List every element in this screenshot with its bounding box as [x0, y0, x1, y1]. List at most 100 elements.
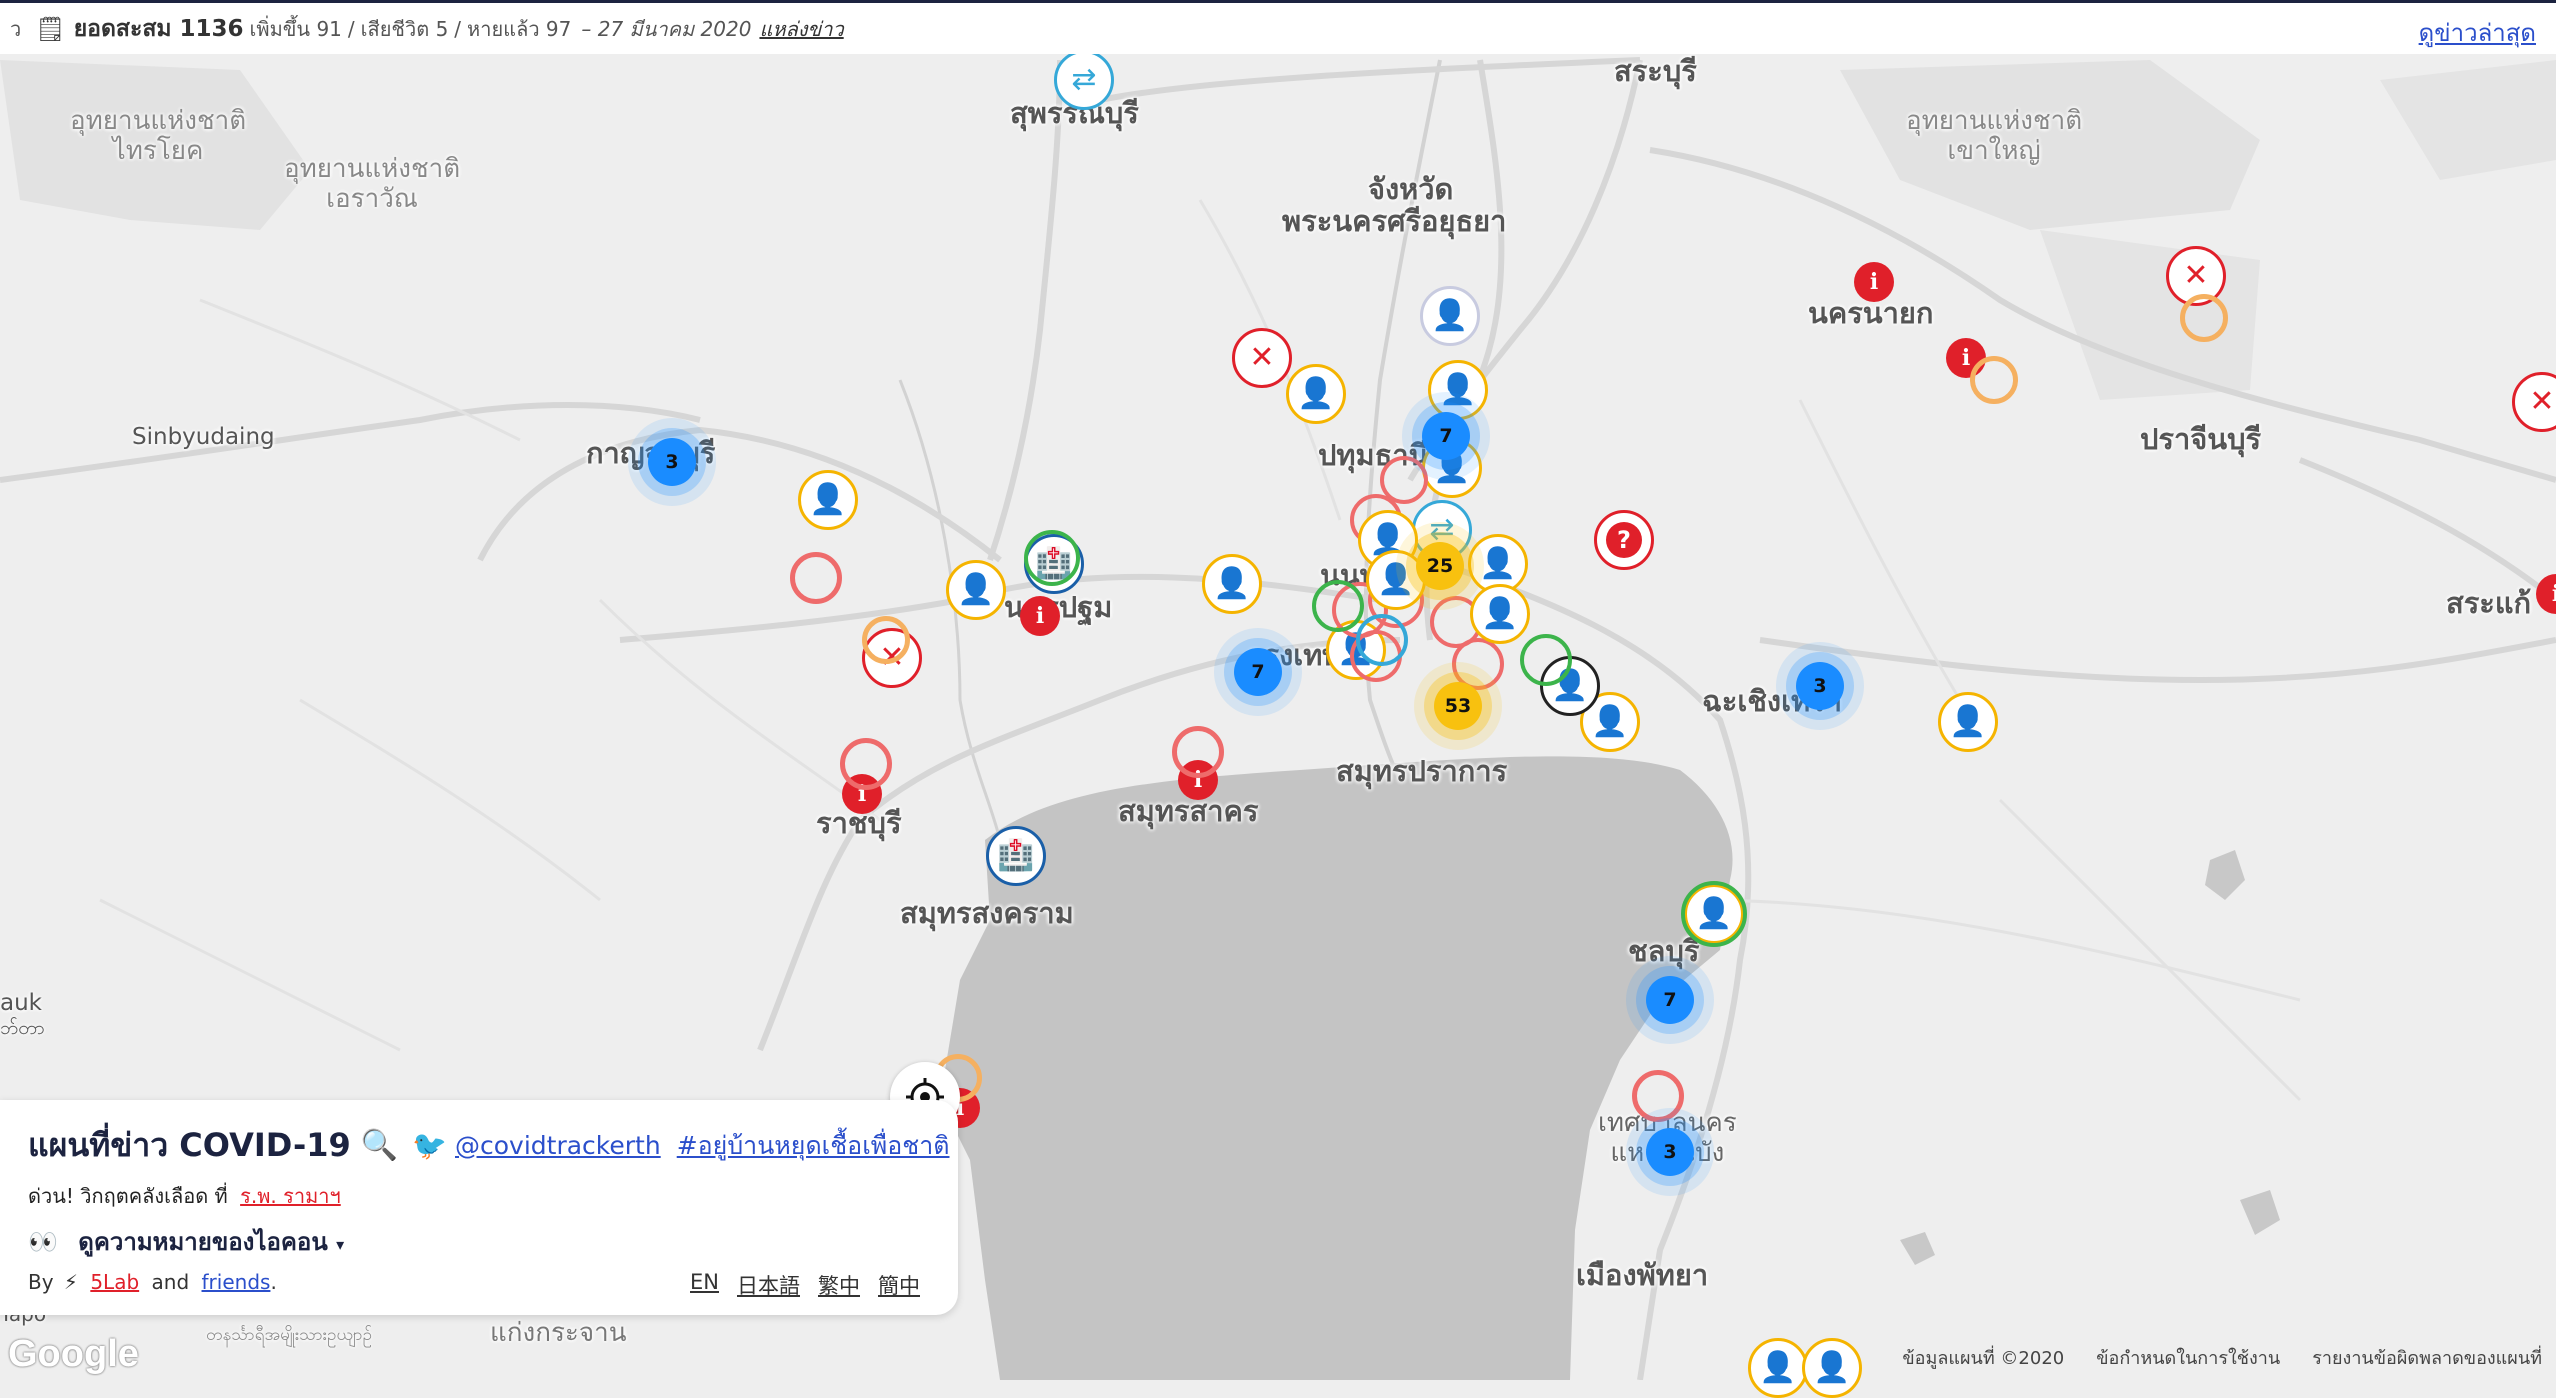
- latest-news-link[interactable]: ดูข่าวล่าสุด: [2419, 13, 2536, 52]
- place-samut-prakan: สมุทรปราการ: [1336, 754, 1508, 788]
- topbar-left-glyph: ว: [10, 16, 22, 41]
- separator: /: [347, 16, 355, 41]
- info-icon: i: [1035, 603, 1045, 629]
- ring-marker[interactable]: [840, 738, 892, 790]
- case-person-marker[interactable]: 👤: [946, 560, 1006, 620]
- person-icon: 👤: [1949, 704, 1987, 739]
- place-sai-yok-line2: ไทรโยค: [112, 136, 204, 166]
- hashtag-link[interactable]: #อยู่บ้านหยุดเชื้อเพื่อชาติ: [677, 1126, 950, 1166]
- place-saraburi: สระบุรี: [1614, 54, 1697, 88]
- place-erawan-line1: อุทยานแห่งชาติ: [284, 154, 461, 184]
- report-error-link[interactable]: รายงานข้อผิดพลาดของแผนที่: [2312, 1343, 2542, 1372]
- person-icon: 👤: [1591, 704, 1629, 739]
- place-sa-kaeo: สระแก้: [2446, 586, 2532, 620]
- credits-and: and: [151, 1270, 190, 1294]
- cluster-chonburi[interactable]: 7: [1646, 976, 1694, 1024]
- case-person-marker[interactable]: 👤: [1938, 692, 1998, 752]
- transfer-marker[interactable]: ⇄: [1054, 50, 1114, 110]
- unknown-marker[interactable]: ?: [1594, 510, 1654, 570]
- close-x-icon: ✕: [2529, 384, 2555, 419]
- total-cases: ยอดสะสม 1136: [73, 15, 244, 42]
- ring-marker[interactable]: [1172, 726, 1224, 778]
- map-footer: ข้อมูลแผนที่ ©2020 ข้อกำหนดในการใช้งาน ร…: [1902, 1343, 2542, 1372]
- case-person-marker[interactable]: 👤: [1202, 554, 1262, 614]
- place-lauk-mm: ဘ်တာ: [0, 1017, 45, 1039]
- eyes-icon: 👀: [28, 1228, 58, 1256]
- ring-marker[interactable]: [2180, 294, 2228, 342]
- twitter-icon: 🐦: [412, 1129, 447, 1162]
- person-icon: 👤: [1479, 546, 1517, 581]
- lab-link[interactable]: 5Lab: [90, 1270, 139, 1294]
- ring-marker-green[interactable]: [1681, 881, 1747, 947]
- info-marker[interactable]: i: [1854, 262, 1894, 302]
- map-data-credit: ข้อมูลแผนที่ ©2020: [1902, 1348, 2065, 1369]
- ring-marker-green[interactable]: [1520, 634, 1572, 686]
- credits-period: .: [270, 1270, 277, 1294]
- place-pattaya: เมืองพัทยา: [1576, 1258, 1709, 1292]
- cluster-pathum-thani[interactable]: 7: [1422, 412, 1470, 460]
- death-count: เสียชีวิต 5: [360, 16, 449, 41]
- place-sinbyudaing: Sinbyudaing: [132, 424, 275, 450]
- case-person-marker[interactable]: 👤: [1748, 1338, 1808, 1398]
- cluster-laem-chabang[interactable]: 3: [1646, 1128, 1694, 1176]
- urgent-text: ด่วน! วิกฤตคลังเลือด ที่: [28, 1184, 228, 1208]
- cluster-bangkok-west[interactable]: 7: [1234, 648, 1282, 696]
- google-logo: Google: [8, 1333, 139, 1375]
- panel-header: แผนที่ข่าว COVID-19 🔍 🐦 @covidtrackerth …: [28, 1120, 949, 1171]
- person-icon: 👤: [1481, 596, 1519, 631]
- info-marker[interactable]: i: [1020, 596, 1060, 636]
- cluster-chachoengsao[interactable]: 3: [1796, 662, 1844, 710]
- person-icon: 👤: [1297, 376, 1335, 411]
- case-person-marker[interactable]: 👤: [1428, 360, 1488, 420]
- notepad-icon: 🗒: [35, 14, 66, 43]
- source-link[interactable]: แหล่งข่าว: [759, 13, 843, 45]
- ring-marker[interactable]: [1632, 1070, 1684, 1122]
- info-icon: i: [2551, 581, 2556, 607]
- case-person-marker-gray[interactable]: 👤: [1420, 286, 1480, 346]
- person-icon: 👤: [1439, 372, 1477, 407]
- ring-marker-green[interactable]: [1024, 530, 1080, 586]
- credits-by: By: [28, 1270, 54, 1294]
- person-icon: 👤: [1377, 562, 1415, 597]
- cluster-kanchanaburi[interactable]: 3: [648, 438, 696, 486]
- person-icon: 👤: [1213, 566, 1251, 601]
- place-prachinburi: ปราจีนบุรี: [2140, 422, 2262, 456]
- place-sai-yok: อุทยานแห่งชาติ ไทรโยค: [70, 106, 246, 166]
- lang-zh-hans[interactable]: 簡中: [878, 1270, 920, 1300]
- language-switcher: EN 日本語 繁中 簡中: [690, 1270, 920, 1300]
- lang-zh-hant[interactable]: 繁中: [818, 1270, 860, 1300]
- ring-marker-green[interactable]: [1312, 580, 1364, 632]
- friends-link[interactable]: friends: [202, 1270, 271, 1294]
- question-icon: ?: [1606, 522, 1642, 558]
- terms-link[interactable]: ข้อกำหนดในการใช้งาน: [2096, 1343, 2280, 1372]
- place-sai-yok-line1: อุทยานแห่งชาติ: [70, 106, 247, 136]
- place-kaeng-krachan: แก่งกระจาน: [490, 1318, 627, 1348]
- place-khao-yai: อุทยานแห่งชาติ เขาใหญ่: [1906, 106, 2082, 166]
- case-person-marker[interactable]: 👤: [798, 470, 858, 530]
- hospital-marker[interactable]: 🏥: [986, 826, 1046, 886]
- lang-ja[interactable]: 日本語: [737, 1270, 800, 1300]
- ring-marker[interactable]: [1970, 356, 2018, 404]
- case-person-marker[interactable]: 👤: [1470, 584, 1530, 644]
- cluster-samut-prakan[interactable]: 53: [1434, 682, 1482, 730]
- place-lauk: auk: [0, 990, 42, 1016]
- person-icon: 👤: [1431, 298, 1469, 333]
- legend-toggle[interactable]: 👀 ดูความหมายของไอคอน ▾: [28, 1222, 344, 1261]
- ring-marker[interactable]: [790, 552, 842, 604]
- info-icon: i: [1869, 269, 1879, 295]
- twitter-link[interactable]: @covidtrackerth: [455, 1131, 661, 1160]
- transfer-ring[interactable]: [1356, 614, 1408, 666]
- credits: By ⚡ 5Lab and friends.: [28, 1270, 277, 1294]
- ring-marker[interactable]: [862, 616, 910, 664]
- top-status-bar: ว 🗒 ยอดสะสม 1136 เพิ่มขึ้น 91 / เสียชีวิ…: [0, 0, 2556, 54]
- panel-title: แผนที่ข่าว COVID-19: [28, 1126, 351, 1164]
- cluster-bangkok-center[interactable]: 25: [1416, 542, 1464, 590]
- lang-en[interactable]: EN: [690, 1270, 719, 1300]
- case-person-marker[interactable]: 👤: [1802, 1338, 1862, 1398]
- case-person-marker[interactable]: 👤: [1286, 364, 1346, 424]
- place-khao-yai-line2: เขาใหญ่: [1947, 136, 2041, 166]
- increase-count: เพิ่มขึ้น 91: [249, 16, 342, 41]
- person-icon: 👤: [1759, 1350, 1797, 1385]
- hospital-link[interactable]: ร.พ. รามาฯ: [240, 1184, 341, 1208]
- death-marker[interactable]: ✕: [1232, 328, 1292, 388]
